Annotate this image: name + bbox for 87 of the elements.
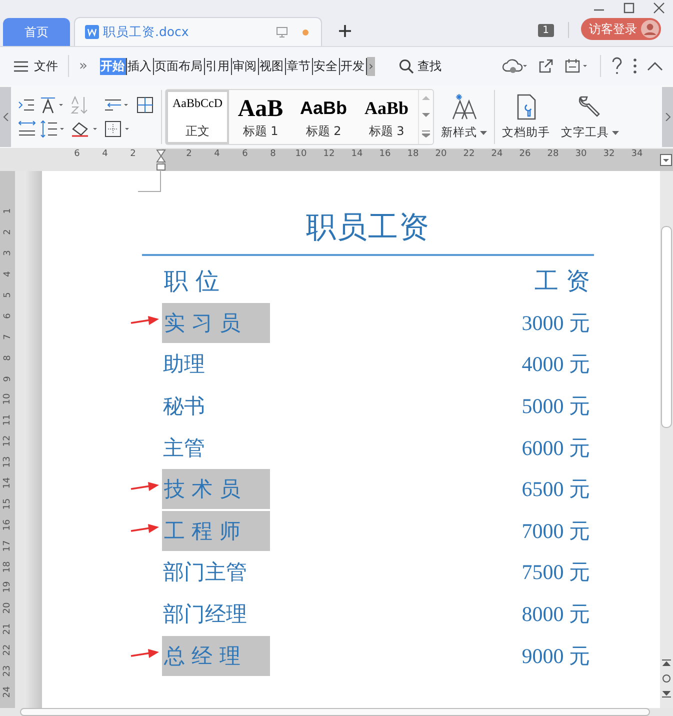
salary-text: 7000 元 [522,518,590,545]
ruler-number: 8 [2,354,12,361]
ruler-number: 22 [2,644,12,656]
ruler-number: 34 [630,149,644,161]
ruler-number: 16 [378,149,392,161]
ribbon-tab[interactable]: 审阅 [232,58,259,74]
salary-text: 8000 元 [522,600,590,628]
ruler-number: 12 [322,149,336,161]
ruler-number: 16 [2,519,12,531]
style-preset[interactable]: AaB 标题 1 [229,90,292,144]
file-menu-button[interactable]: 文件 [14,58,58,74]
login-button[interactable]: 访客登录 [581,18,661,40]
ruler-number: 17 [2,540,12,552]
position-text: 总 经 理 [162,636,270,676]
position-text: 工 程 师 [162,510,270,551]
position-text: 部门经理 [162,600,248,628]
ruler-number: 13 [2,456,12,468]
position-text: 部门主管 [162,559,248,586]
position-text: 助理 [162,351,206,378]
search-button[interactable]: 查找 [399,58,442,74]
text-tools-button[interactable]: 文字工具 [557,93,623,140]
document-assistant-button[interactable]: 文档助手 [498,93,554,140]
ruler-number: 21 [2,624,12,635]
ruler-number: 20 [2,602,12,614]
ruler-number: 18 [406,149,420,161]
ruler-number: 8 [269,149,277,161]
ruler-number: 26 [518,149,532,161]
ruler-number: 22 [462,149,476,161]
style-preset[interactable]: AaBb 标题 2 [292,90,355,144]
salary-text: 6500 元 [522,476,590,504]
ruler-number: 14 [350,149,364,161]
position-text: 秘书 [162,392,206,420]
ruler-number: 32 [602,149,616,161]
column-heading: 职 位 [164,266,220,297]
ruler-number: 24 [490,149,504,161]
ribbon-tab[interactable]: 视图 [258,58,286,74]
salary-text: 3000 元 [522,310,590,337]
ruler-number: 12 [2,436,12,447]
ruler-number: 11 [2,414,12,426]
ruler-number: 23 [2,665,12,677]
ruler-number: 10 [294,149,308,161]
ruler-number: 6 [241,149,249,161]
position-text: 技 术 员 [162,469,270,510]
salary-text: 9000 元 [522,642,590,670]
ruler-number: 2 [2,229,12,236]
ruler-number: 4 [101,149,109,161]
ruler-number: 6 [2,313,12,319]
ruler-number: 24 [2,686,12,698]
document-tab-title: 职员工资.docx [103,24,190,40]
salary-text: 7500 元 [522,559,590,586]
ruler-number: 30 [574,149,588,161]
ribbon-tab[interactable]: 插入 [126,58,154,74]
window-count-badge[interactable]: 1 [538,24,554,37]
ruler-number: 2 [129,149,137,161]
new-style-button[interactable]: 新样式 [437,93,491,140]
ruler-number: 3 [2,250,12,256]
ruler-number: 14 [2,477,12,489]
ruler-number: 20 [434,149,448,161]
salary-text: 5000 元 [522,392,590,420]
more-tabs-button[interactable]: » [79,58,88,74]
ruler-number: 19 [2,582,12,594]
ruler-number: 1 [2,208,12,214]
tab-scroll-button[interactable]: › [366,56,376,76]
ruler-number: 7 [2,334,12,340]
ruler-number: 9 [2,376,12,382]
ruler-number: 4 [2,271,12,277]
ruler-number: 10 [2,394,12,406]
column-heading: 工 资 [534,266,590,297]
ribbon-tab[interactable]: 页面布局 [154,58,205,74]
ruler-number: 4 [213,149,221,161]
ruler-number: 5 [2,292,12,298]
position-text: 主管 [162,434,206,462]
ribbon-tab[interactable]: 章节 [286,58,313,74]
style-preset[interactable]: AaBb 标题 3 [355,90,418,144]
document-tab[interactable]: 职员工资.docx [74,17,322,46]
ruler-number: 15 [2,498,12,510]
salary-text: 6000 元 [522,434,590,462]
ruler-number: 2 [185,149,193,161]
style-preset[interactable]: AaBbCcD 正文 [166,90,229,144]
document-title: 职员工资 [142,207,594,256]
ruler-number: 6 [73,149,81,161]
ribbon-tab[interactable]: 引用 [204,58,232,74]
ruler-number: 28 [546,149,560,161]
salary-text: 4000 元 [522,351,590,378]
position-text: 实 习 员 [162,302,270,343]
ribbon-tab[interactable]: 安全 [312,58,340,74]
ruler-number: 18 [2,560,12,572]
